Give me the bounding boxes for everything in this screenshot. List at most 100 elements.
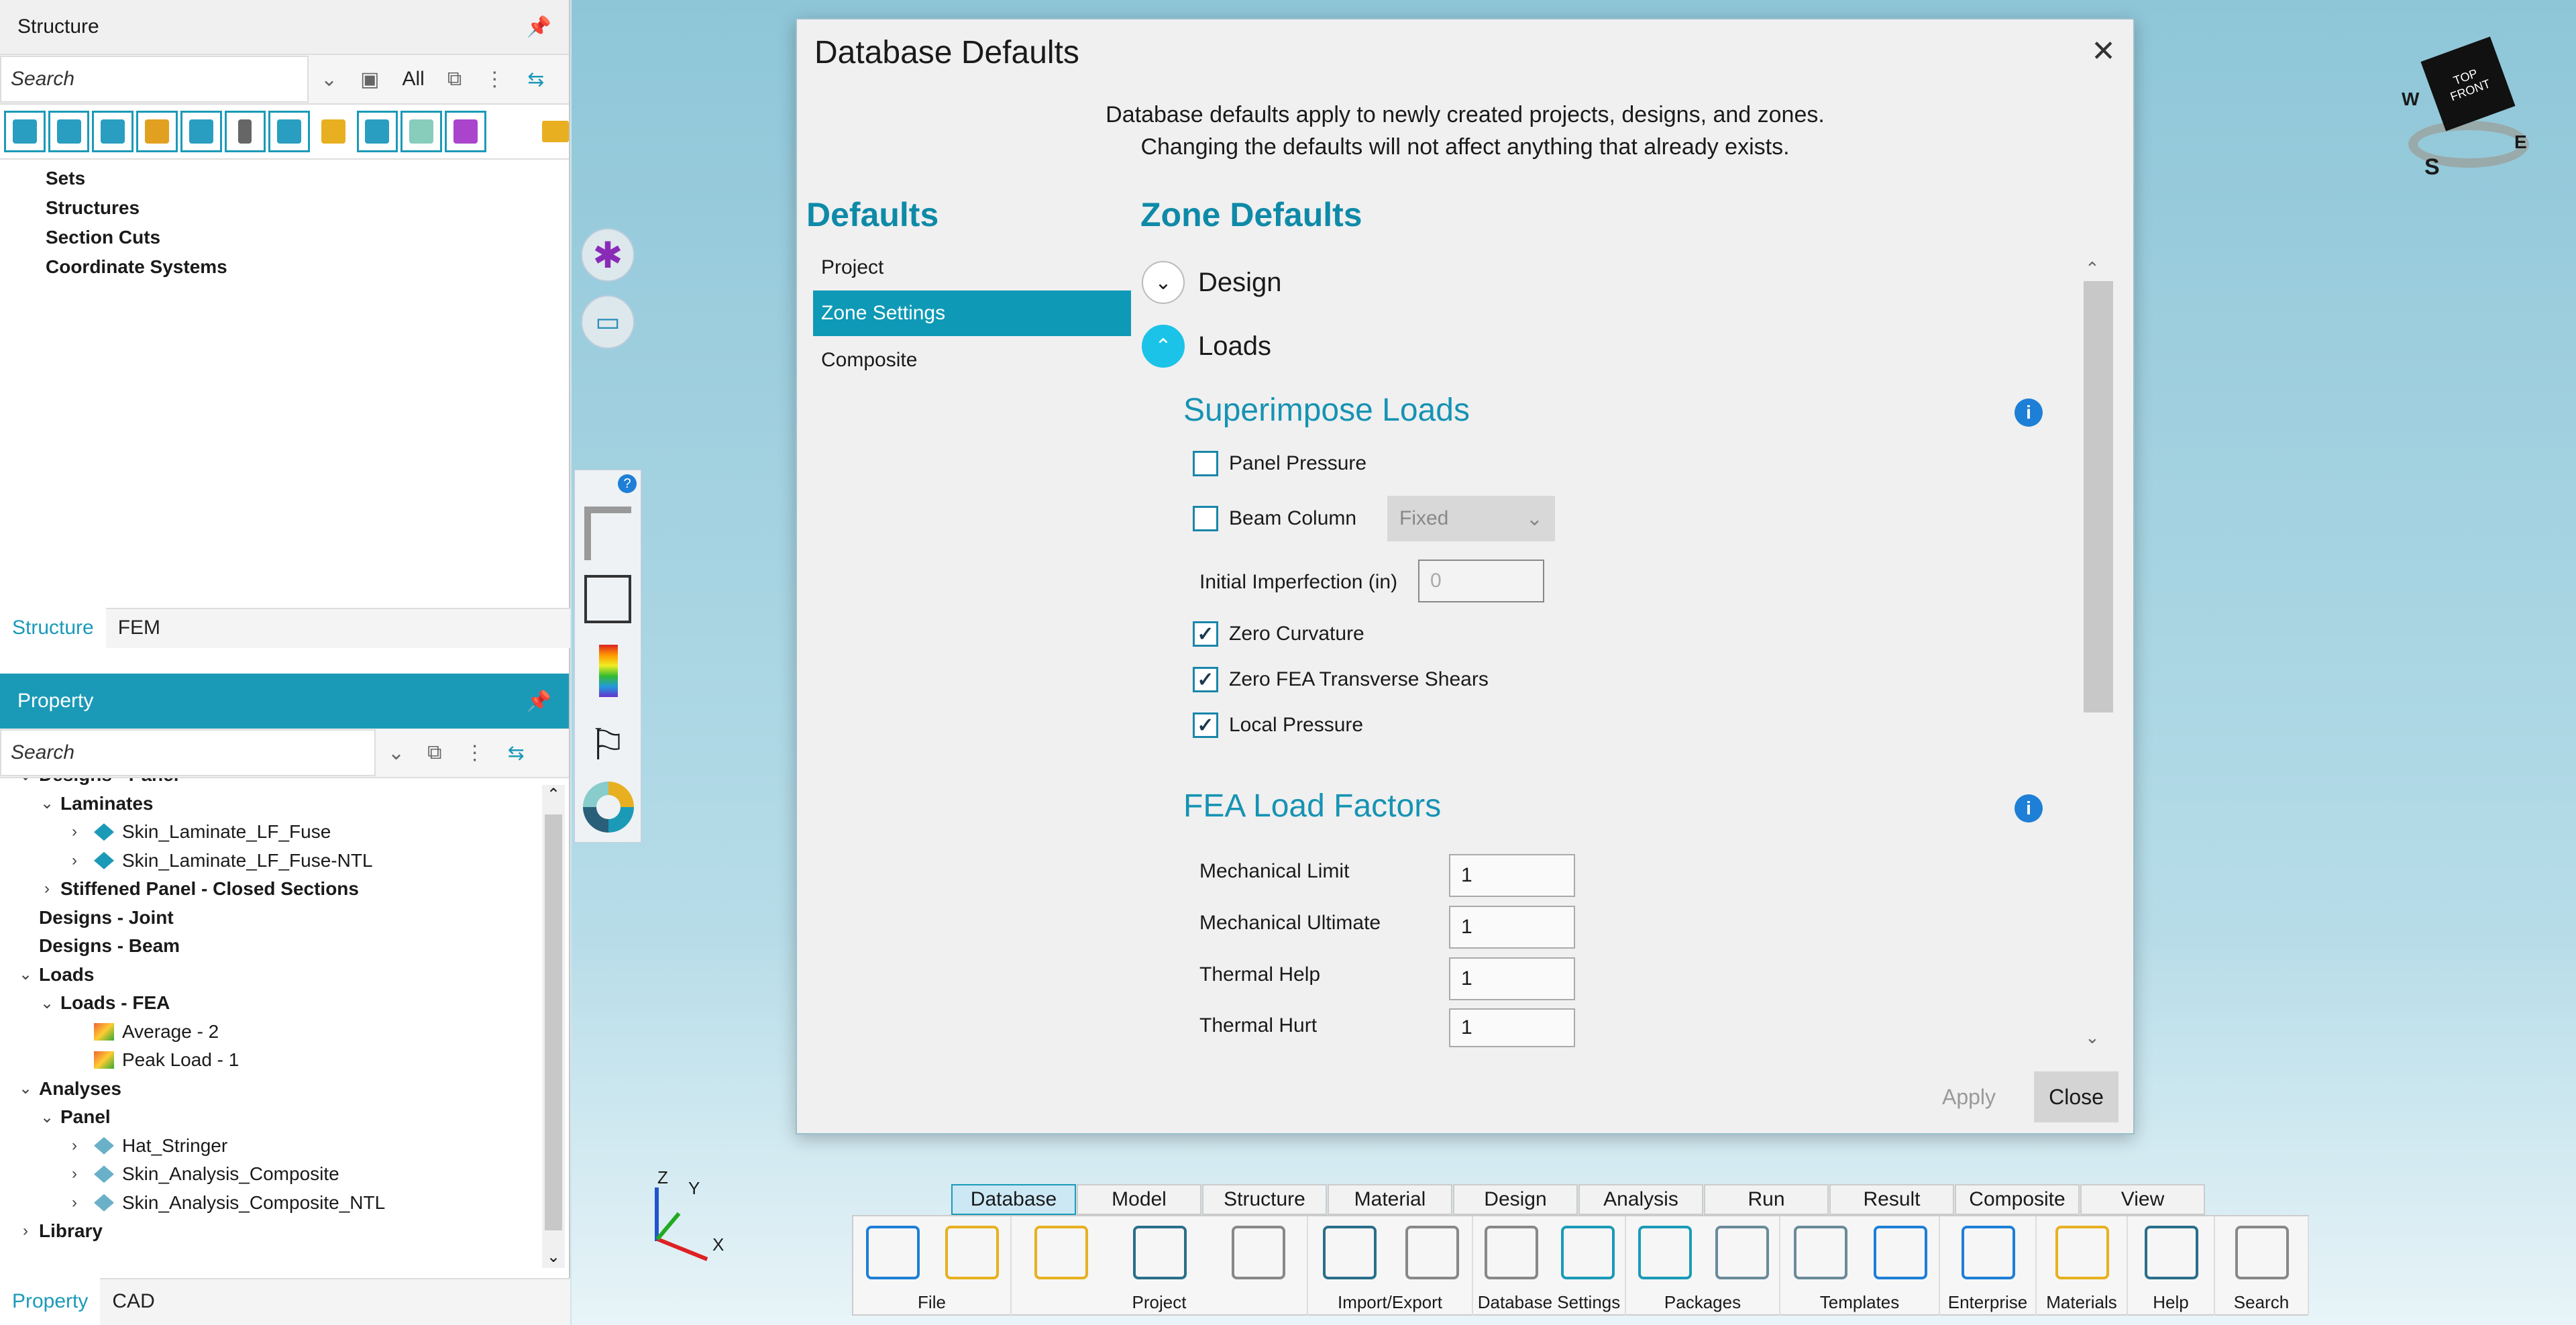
section-design[interactable]: ⌄ Design [1142, 261, 1282, 304]
tree-item[interactable]: › Hat_Stringer [0, 1132, 569, 1161]
ribbon-button-icon[interactable] [2055, 1226, 2109, 1279]
tree-item[interactable]: ⌄ Panel [0, 1103, 569, 1132]
property-scrollbar[interactable]: ⌃ ⌄ [542, 785, 565, 1268]
chevron-right-icon[interactable]: › [55, 823, 94, 841]
ribbon-button-icon[interactable] [1133, 1226, 1187, 1279]
chevron-down-icon[interactable]: ⌄ [1142, 261, 1185, 304]
tab-fem[interactable]: FEM [106, 608, 172, 648]
layers-icon[interactable] [313, 111, 354, 152]
ribbon-tab-run[interactable]: Run [1704, 1184, 1829, 1215]
nav-item-project[interactable]: Project [813, 245, 1131, 290]
chevron-right-icon[interactable]: › [55, 1194, 94, 1212]
ribbon-button-icon[interactable] [866, 1226, 920, 1279]
ribbon-button-icon[interactable] [1485, 1226, 1538, 1279]
tree-item[interactable]: › Skin_Analysis_Composite_NTL [0, 1189, 569, 1218]
tree-item[interactable]: ⌄ Loads [0, 961, 569, 990]
flag-icon[interactable]: ⚐ [588, 720, 627, 770]
ibeam-video-icon[interactable] [584, 507, 631, 560]
ribbon-tab-result[interactable]: Result [1829, 1184, 1954, 1215]
sync-icon[interactable]: ⇆ [527, 68, 544, 91]
ribbon-tab-analysis[interactable]: Analysis [1578, 1184, 1703, 1215]
collapse-icon[interactable]: ⧉ [447, 68, 462, 91]
section-cut-icon[interactable] [356, 111, 398, 152]
chevron-down-icon[interactable]: ⌄ [34, 1108, 60, 1127]
chevron-right-icon[interactable]: › [55, 851, 94, 870]
ribbon-button-icon[interactable] [1405, 1226, 1459, 1279]
tree-item[interactable]: ⌄ Loads - FEA [0, 989, 569, 1018]
ribbon-button-icon[interactable] [2235, 1226, 2289, 1279]
tree-item[interactable]: Designs - Beam [0, 932, 569, 961]
thermal-hurt-input[interactable]: 1 [1449, 1008, 1575, 1047]
close-icon[interactable]: ✕ [2091, 34, 2116, 68]
tree-item[interactable]: Peak Load - 1 [0, 1046, 569, 1075]
chevron-down-icon[interactable]: ⌄ [321, 68, 337, 91]
info-icon[interactable]: i [2015, 794, 2043, 823]
ribbon-button-icon[interactable] [1793, 1226, 1847, 1279]
filter-all-label[interactable]: All [402, 68, 425, 91]
cube-filter-icon[interactable]: ▣ [360, 68, 379, 91]
chevron-down-icon[interactable]: ⌄ [12, 965, 39, 984]
beam-column-checkbox[interactable]: Beam Column [1193, 506, 1356, 531]
nav-item-zone-settings[interactable]: Zone Settings [813, 290, 1131, 336]
chevron-right-icon[interactable]: › [34, 880, 60, 898]
ribbon-button-icon[interactable] [1715, 1226, 1769, 1279]
chevron-up-icon[interactable]: ⌃ [1142, 325, 1185, 368]
property-search-input[interactable]: Search [0, 729, 376, 776]
panel-tool-icon[interactable] [180, 111, 222, 152]
ibeam-tool-icon[interactable] [224, 111, 266, 152]
pin-icon[interactable]: 📌 [527, 15, 551, 39]
ribbon-button-icon[interactable] [945, 1226, 999, 1279]
cube-face[interactable]: TOP FRONT [2420, 36, 2516, 131]
zero-fea-transverse-shears-checkbox[interactable]: ✓ Zero FEA Transverse Shears [1193, 667, 1489, 692]
tree-item-coordinate-systems[interactable]: Coordinate Systems [46, 252, 569, 282]
content-scrollbar[interactable] [2084, 281, 2113, 712]
tab-property[interactable]: Property [0, 1278, 101, 1325]
tree-item-structures[interactable]: Structures [46, 193, 569, 223]
chevron-down-icon[interactable]: ⌄ [34, 994, 60, 1013]
tree-item[interactable]: ⌄ Analyses [0, 1075, 569, 1104]
structure-search-input[interactable]: Search [0, 56, 309, 103]
thermal-help-input[interactable]: 1 [1449, 957, 1575, 1000]
ribbon-button-icon[interactable] [1561, 1226, 1615, 1279]
scroll-down-icon[interactable]: ⌄ [2085, 1027, 2100, 1048]
tree-item[interactable]: › Skin_Analysis_Composite [0, 1160, 569, 1189]
view-cube[interactable]: TOP FRONT W S E [2402, 36, 2529, 181]
help-badge-icon[interactable]: ? [618, 474, 637, 493]
ribbon-button-icon[interactable] [1034, 1226, 1088, 1279]
tree-item-section-cuts[interactable]: Section Cuts [46, 223, 569, 252]
ribbon-tab-view[interactable]: View [2080, 1184, 2205, 1215]
hierarchy-icon[interactable]: ⋮ [465, 741, 485, 765]
tree-item[interactable]: › Library [0, 1217, 569, 1246]
tree-item[interactable]: ⌄ Laminates [0, 790, 569, 818]
ribbon-button-icon[interactable] [2145, 1226, 2198, 1279]
tab-structure[interactable]: Structure [0, 608, 106, 648]
ribbon-tab-composite[interactable]: Composite [1955, 1184, 2080, 1215]
pin-icon[interactable]: 📌 [527, 690, 551, 713]
collapse-icon[interactable]: ⧉ [427, 741, 441, 764]
imperfection-input[interactable]: 0 [1418, 560, 1544, 602]
tree-item[interactable]: ⌄Designs - Panel [0, 778, 569, 790]
zero-curvature-checkbox[interactable]: ✓ Zero Curvature [1193, 621, 1364, 647]
asterisk-icon[interactable]: ✱ [581, 228, 635, 282]
tree-item[interactable]: › Skin_Laminate_LF_Fuse [0, 818, 569, 847]
chevron-right-icon[interactable]: › [12, 1222, 39, 1240]
chevron-down-icon[interactable]: ⌄ [388, 741, 405, 765]
donut-chart-icon[interactable] [583, 782, 634, 833]
close-button[interactable]: Close [2034, 1071, 2118, 1122]
ribbon-button-icon[interactable] [1873, 1226, 1927, 1279]
chevron-down-icon[interactable]: ⌄ [34, 794, 60, 813]
local-pressure-checkbox[interactable]: ✓ Local Pressure [1193, 712, 1363, 738]
ribbon-tab-design[interactable]: Design [1453, 1184, 1578, 1215]
nav-item-composite[interactable]: Composite [813, 337, 1131, 383]
plate-tool-icon[interactable] [92, 111, 134, 152]
beam-tool-icon[interactable] [136, 111, 178, 152]
tree-item-sets[interactable]: Sets [46, 164, 569, 193]
box-tool-icon[interactable] [268, 111, 310, 152]
chevron-right-icon[interactable]: › [55, 1136, 94, 1155]
section-loads[interactable]: ⌃ Loads [1142, 325, 1271, 368]
scroll-up-icon[interactable]: ⌃ [2085, 258, 2100, 279]
coordinate-icon[interactable] [445, 111, 486, 152]
tree-item[interactable]: Designs - Joint [0, 904, 569, 933]
folder-icon[interactable] [489, 111, 570, 152]
color-scale-icon[interactable] [599, 645, 618, 697]
